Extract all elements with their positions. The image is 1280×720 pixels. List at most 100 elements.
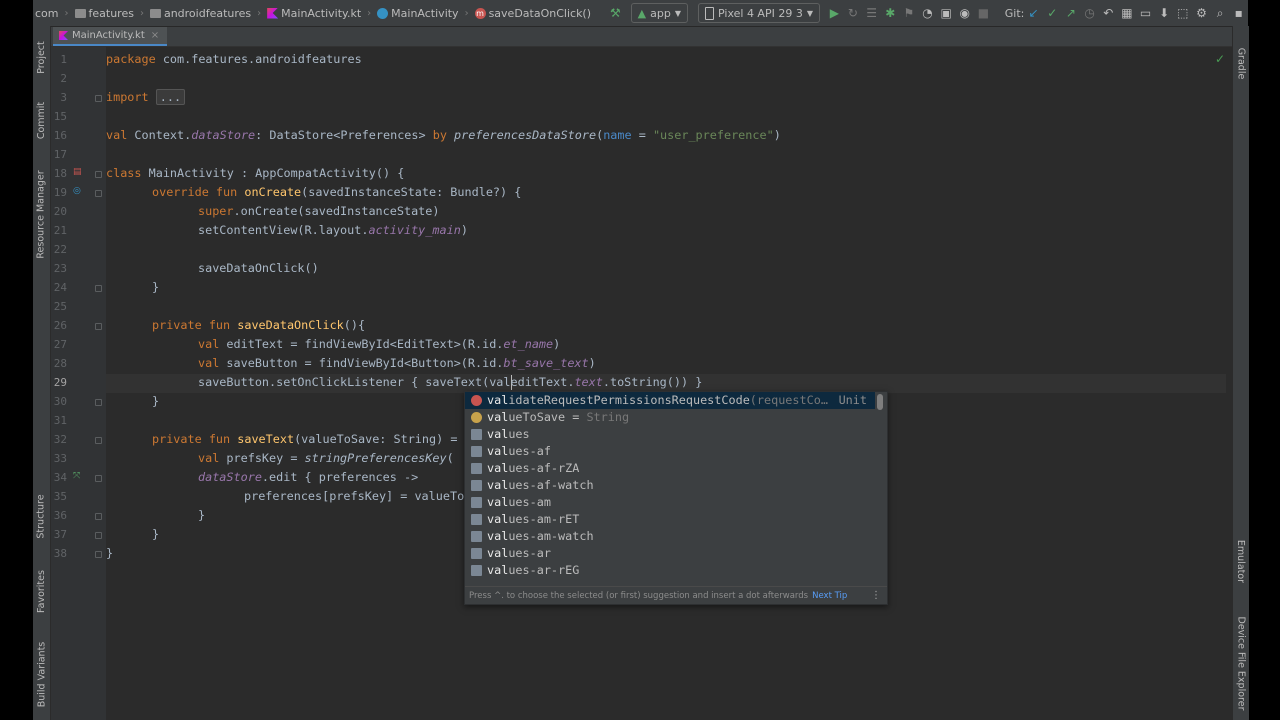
tool-tab-device-file-explorer[interactable]: Device File Explorer (1233, 611, 1249, 716)
git-update-icon[interactable]: ↙ (1027, 5, 1040, 21)
git-push-icon[interactable]: ↗ (1065, 5, 1078, 21)
fold-toggle[interactable] (95, 437, 102, 444)
apply-changes-icon[interactable]: ↻ (847, 5, 860, 21)
run-icon[interactable]: ▶ (828, 5, 841, 21)
completion-item[interactable]: values-am (465, 494, 875, 511)
more-options-icon[interactable]: ⋮ (871, 587, 881, 604)
code-token: "user_preference" (652, 128, 774, 142)
completion-match: val (487, 410, 509, 424)
settings-icon[interactable]: ⚙ (1195, 5, 1208, 21)
tool-tab-build-variants[interactable]: Build Variants (33, 634, 50, 714)
fold-toggle[interactable] (95, 171, 102, 178)
code-token: (valueToSave: String) = (294, 432, 465, 446)
completion-item[interactable]: values (465, 426, 875, 443)
coverage-icon[interactable]: ▣ (940, 5, 953, 21)
search-icon[interactable]: ⌕ (1214, 5, 1227, 21)
completion-item[interactable]: values-am-watch (465, 528, 875, 545)
tool-tab-label: Project (36, 40, 48, 74)
completion-footer: Press ^. to choose the selected (or firs… (465, 586, 887, 604)
kotlin-file-icon (59, 31, 68, 40)
next-tip-link[interactable]: Next Tip (812, 591, 847, 601)
chevron-right-icon: › (64, 7, 69, 19)
fold-toggle[interactable] (95, 95, 102, 102)
code-token: text (574, 375, 603, 389)
fold-toggle[interactable] (95, 285, 102, 292)
folder-icon (149, 8, 161, 18)
completion-rest: ues (508, 427, 530, 441)
fold-toggle[interactable] (95, 551, 102, 558)
fold-toggle[interactable] (95, 190, 102, 197)
tool-tab-structure[interactable]: Structure (33, 486, 50, 546)
completion-item[interactable]: valueToSave = String (465, 409, 875, 426)
more-icon[interactable]: ▪ (1232, 5, 1245, 21)
fold-toggle[interactable] (95, 513, 102, 520)
fold-toggle[interactable] (95, 475, 102, 482)
tool-tab-commit[interactable]: Commit (33, 92, 50, 148)
run-with-profiler-icon[interactable]: ◉ (958, 5, 971, 21)
completion-item[interactable]: values-af-rZA (465, 460, 875, 477)
completion-item[interactable]: validateRequestPermissionsRequestCode(re… (465, 392, 875, 409)
completion-item[interactable]: values-ar-rEG (465, 562, 875, 579)
fold-toggle[interactable] (95, 399, 102, 406)
completion-item[interactable]: values-af-watch (465, 477, 875, 494)
tool-tab-project[interactable]: Project (33, 34, 50, 80)
device-select[interactable]: Pixel 4 API 29 3 ▼ (698, 3, 820, 23)
profile-icon[interactable]: ◔ (921, 5, 934, 21)
device-manager-icon[interactable]: ▭ (1139, 5, 1152, 21)
override-method-icon[interactable]: ◎ (73, 186, 87, 196)
rollback-icon[interactable]: ↶ (1102, 5, 1115, 21)
breadcrumb-class[interactable]: MainActivity (375, 7, 460, 20)
completion-item[interactable]: values-af (465, 443, 875, 460)
tool-tab-resource-manager[interactable]: Resource Manager (33, 158, 50, 270)
build-hammer-icon[interactable]: ⚒ (609, 5, 622, 21)
completion-rest: ues-am-watch (508, 529, 594, 543)
run-config-label: app (650, 6, 671, 20)
activity-layout-icon[interactable]: ▤ (73, 167, 87, 177)
breadcrumb-androidfeatures[interactable]: androidfeatures (148, 7, 253, 20)
sdk-manager-icon[interactable]: ⬇ (1158, 5, 1171, 21)
debug-icon[interactable]: ✱ (884, 5, 897, 21)
completion-item[interactable]: values-ar (465, 545, 875, 562)
attach-debugger-icon[interactable]: ⚑ (903, 5, 916, 21)
tool-tab-emulator[interactable]: Emulator (1233, 526, 1249, 596)
apply-code-changes-icon[interactable]: ☰ (865, 5, 878, 21)
completion-rest: ues-am-rET (508, 512, 580, 526)
popup-scrollbar[interactable] (877, 394, 883, 410)
run-config-select[interactable]: ▲ app ▼ (630, 3, 688, 23)
tab-mainactivity[interactable]: MainActivity.kt × (53, 27, 168, 46)
tool-tab-label: Resource Manager (36, 169, 48, 259)
completion-match: val (487, 529, 509, 543)
stop-icon[interactable]: ■ (977, 5, 990, 21)
code-token: val (198, 356, 220, 370)
code-line: dataStore.edit { preferences -> (198, 468, 418, 487)
code-token: .toString()) } (602, 375, 703, 389)
no-problems-check-icon[interactable]: ✓ (1215, 52, 1225, 66)
folded-imports[interactable]: ... (155, 89, 186, 105)
close-icon[interactable]: × (151, 30, 159, 41)
breadcrumb-label: androidfeatures (163, 6, 252, 20)
breadcrumb-method[interactable]: m saveDataOnClick() (473, 7, 593, 20)
code-editor[interactable]: package com.features.androidfeatures imp… (106, 47, 1226, 720)
code-token: class (106, 166, 142, 180)
completion-item[interactable]: values-am-rET (465, 511, 875, 528)
code-token: by (432, 128, 447, 142)
folder-icon (471, 480, 482, 491)
code-token: } (152, 280, 160, 294)
tool-tab-label: Gradle (1235, 47, 1247, 79)
breadcrumb-com[interactable]: com (33, 7, 61, 20)
layout-inspector-icon[interactable]: ⬚ (1176, 5, 1189, 21)
history-icon[interactable]: ◷ (1083, 5, 1096, 21)
code-line: } (152, 392, 159, 411)
code-token: et_name (503, 337, 554, 351)
tool-tab-gradle[interactable]: Gradle (1233, 38, 1249, 88)
git-commit-icon[interactable]: ✓ (1046, 5, 1059, 21)
tool-tab-favorites[interactable]: Favorites (33, 561, 50, 621)
breadcrumb-file[interactable]: MainActivity.kt (265, 7, 363, 20)
fold-toggle[interactable] (95, 532, 102, 539)
breadcrumb-features[interactable]: features (73, 7, 136, 20)
completion-hint: Press ^. to choose the selected (or firs… (469, 591, 809, 601)
completion-type: Unit (838, 393, 867, 407)
code-token: ) (553, 337, 561, 351)
fold-toggle[interactable] (95, 323, 102, 330)
project-structure-icon[interactable]: ▦ (1121, 5, 1134, 21)
